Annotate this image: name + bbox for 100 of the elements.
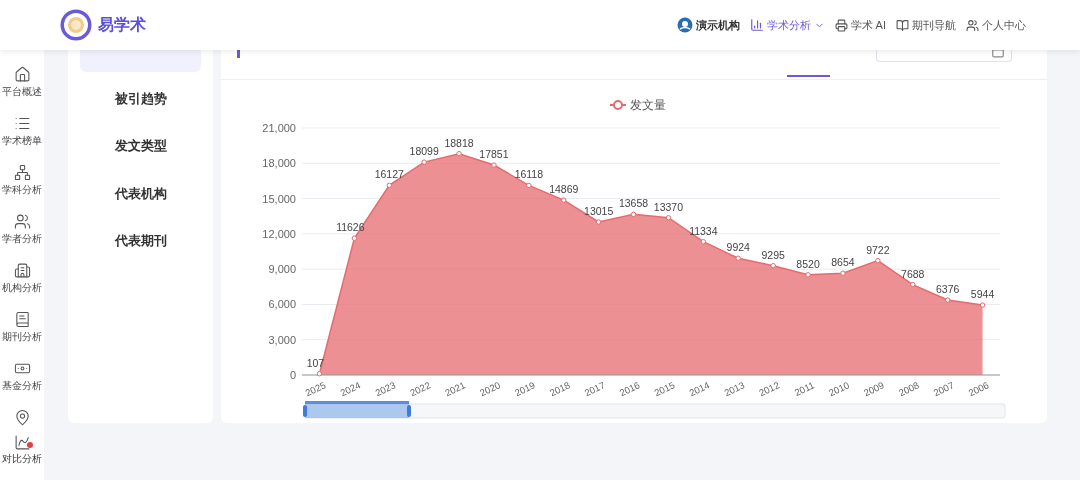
data-point — [630, 211, 637, 218]
submenu-item[interactable]: 发文类型 — [80, 125, 201, 167]
data-label: 13015 — [584, 204, 614, 217]
data-point — [910, 281, 916, 288]
data-point — [595, 219, 602, 225]
nav-link[interactable]: 期刊导航 — [896, 16, 956, 34]
data-point — [316, 371, 323, 377]
data-label: 13658 — [618, 197, 649, 210]
bar-chart-icon — [749, 18, 764, 32]
date-range-field[interactable] — [876, 50, 1012, 62]
data-point — [386, 182, 392, 188]
data-point — [351, 235, 358, 241]
legend-item[interactable]: 发文量 — [609, 98, 666, 112]
data-point — [770, 262, 776, 269]
x-axis-label: 2025 — [303, 379, 328, 399]
sidebar-label[interactable]: 学术榜单 — [2, 135, 42, 146]
x-axis-label: 2017 — [582, 379, 607, 399]
x-axis-label: 2013 — [722, 379, 747, 399]
user-icon — [966, 18, 979, 32]
submenu-item[interactable]: 代表期刊 — [80, 220, 201, 262]
x-axis-label: 2023 — [373, 379, 398, 399]
y-axis-label: 9,000 — [268, 263, 296, 276]
sidebar-icon[interactable] — [13, 213, 31, 230]
x-axis-label: 2020 — [478, 379, 502, 399]
nav-link[interactable]: 学术 AI — [834, 16, 886, 34]
map-pin-icon[interactable] — [13, 409, 31, 426]
x-axis-label: 2016 — [617, 379, 642, 399]
x-axis-label: 2007 — [931, 379, 956, 399]
sidebar-icon[interactable] — [13, 311, 31, 328]
x-axis-label: 2022 — [408, 379, 433, 399]
data-point — [561, 197, 567, 203]
x-axis-label: 2014 — [687, 379, 712, 399]
data-label: 8654 — [831, 256, 855, 269]
data-label: 8520 — [796, 257, 820, 270]
brand-name: 易学术 — [98, 15, 146, 35]
submenu-item[interactable]: 被引趋势 — [80, 77, 201, 120]
compare-button[interactable]: 对比分析 — [0, 434, 44, 476]
logo-icon — [60, 9, 92, 41]
data-label: 5944 — [970, 288, 995, 301]
data-point — [526, 182, 532, 189]
sidebar-label[interactable]: 学者分析 — [2, 233, 42, 244]
sidebar-icon[interactable] — [13, 164, 31, 181]
x-axis-label: 2019 — [512, 379, 537, 399]
data-label: 6376 — [935, 283, 960, 295]
data-point — [421, 159, 427, 165]
data-point — [456, 150, 462, 157]
book-icon — [896, 18, 909, 32]
y-axis-label: 15,000 — [262, 192, 296, 205]
y-axis-label: 3,000 — [268, 333, 296, 346]
x-axis-label: 2010 — [827, 379, 851, 399]
sidebar-label[interactable]: 期刊分析 — [2, 331, 42, 342]
data-label: 9722 — [866, 243, 890, 256]
data-point — [944, 297, 951, 303]
submenu-item[interactable]: 代表机构 — [80, 172, 201, 215]
nav-link[interactable]: 个人中心 — [966, 16, 1026, 34]
x-axis-label: 2018 — [547, 379, 572, 399]
y-axis-label: 21,000 — [262, 122, 296, 134]
x-axis-label: 2012 — [757, 379, 782, 399]
data-point — [700, 239, 707, 245]
y-axis-label: 0 — [289, 369, 296, 381]
x-axis-label: 2008 — [896, 379, 921, 399]
x-axis-label: 2006 — [966, 379, 991, 399]
x-axis-label: 2024 — [338, 379, 363, 399]
data-point — [735, 255, 741, 261]
sidebar-label[interactable]: 基金分析 — [2, 380, 42, 391]
sidebar-icon[interactable] — [13, 66, 31, 83]
y-axis-label: 12,000 — [262, 227, 296, 240]
data-label: 18099 — [409, 145, 439, 158]
data-label: 17851 — [479, 148, 509, 161]
data-label: 16127 — [374, 168, 404, 181]
data-label: 13370 — [653, 200, 684, 213]
zoom-slider[interactable] — [303, 401, 1006, 419]
data-point — [665, 215, 672, 221]
data-point — [491, 162, 497, 168]
chart-icon — [13, 434, 31, 451]
nav-link[interactable]: 学术分析 — [749, 16, 825, 34]
sidebar-label[interactable]: 机构分析 — [2, 282, 42, 293]
data-label: 14869 — [549, 183, 579, 196]
x-axis-label: 2021 — [443, 379, 467, 399]
data-label: 11334 — [689, 224, 718, 237]
legend-label: 发文量 — [630, 98, 666, 112]
sidebar-label[interactable]: 平台概述 — [2, 86, 42, 97]
data-label: 7688 — [901, 267, 925, 280]
sidebar-label[interactable]: 学科分析 — [2, 184, 42, 195]
data-label: 16118 — [514, 168, 544, 181]
data-label: 18818 — [444, 136, 474, 149]
y-axis-label: 18,000 — [262, 157, 296, 170]
sidebar-icon[interactable] — [13, 262, 31, 279]
data-label: 9924 — [726, 241, 750, 254]
x-axis-label: 2009 — [861, 379, 886, 399]
sidebar-icon[interactable] — [13, 115, 31, 132]
x-axis-label: 2015 — [652, 379, 677, 399]
y-axis-label: 6,000 — [268, 298, 296, 311]
data-point — [840, 270, 846, 276]
data-label: 9295 — [761, 248, 785, 261]
printer-icon — [834, 18, 848, 32]
title-accent-bar — [237, 50, 240, 58]
data-point — [805, 272, 811, 278]
nav-link[interactable]: 演示机构 — [676, 16, 740, 34]
x-axis-label: 2011 — [792, 379, 816, 398]
